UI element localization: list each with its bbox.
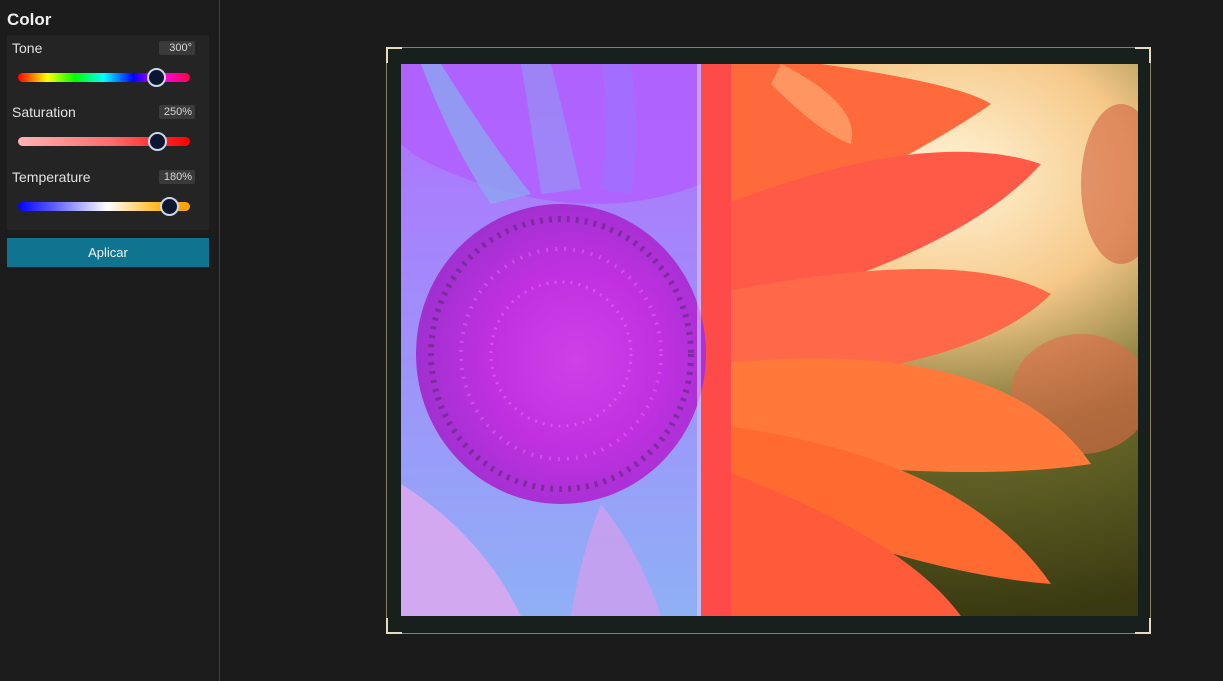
- saturation-control: Saturation 250%: [7, 99, 209, 159]
- tone-slider[interactable]: [18, 68, 190, 87]
- sunflower-photo: [401, 64, 1138, 616]
- crop-corner-bottom-right-icon[interactable]: [1135, 618, 1151, 634]
- temperature-slider[interactable]: [18, 197, 190, 216]
- saturation-value: 250%: [159, 105, 195, 119]
- temperature-value: 180%: [159, 170, 195, 184]
- saturation-slider-thumb[interactable]: [148, 132, 168, 151]
- temperature-control: Temperature 180%: [7, 164, 209, 224]
- panel-title: Color: [7, 10, 52, 29]
- tone-label: Tone: [12, 40, 43, 56]
- image-canvas: [221, 0, 1223, 681]
- saturation-label: Saturation: [12, 104, 76, 120]
- crop-corner-top-right-icon[interactable]: [1135, 47, 1151, 63]
- crop-corner-bottom-left-icon[interactable]: [386, 618, 402, 634]
- apply-button[interactable]: Aplicar: [7, 238, 209, 267]
- saturation-slider[interactable]: [18, 132, 190, 151]
- crop-corner-top-left-icon[interactable]: [386, 47, 402, 63]
- adjustments-sidebar: Color Tone 300° Saturation 250% Temperat…: [0, 0, 220, 681]
- tone-value: 300°: [159, 41, 195, 55]
- color-controls: Tone 300° Saturation 250% Temperature 18…: [7, 35, 209, 230]
- temperature-slider-thumb[interactable]: [160, 197, 180, 216]
- tone-control: Tone 300°: [7, 35, 209, 95]
- left-half: [401, 64, 706, 616]
- temperature-label: Temperature: [12, 169, 91, 185]
- tone-slider-thumb[interactable]: [146, 68, 166, 87]
